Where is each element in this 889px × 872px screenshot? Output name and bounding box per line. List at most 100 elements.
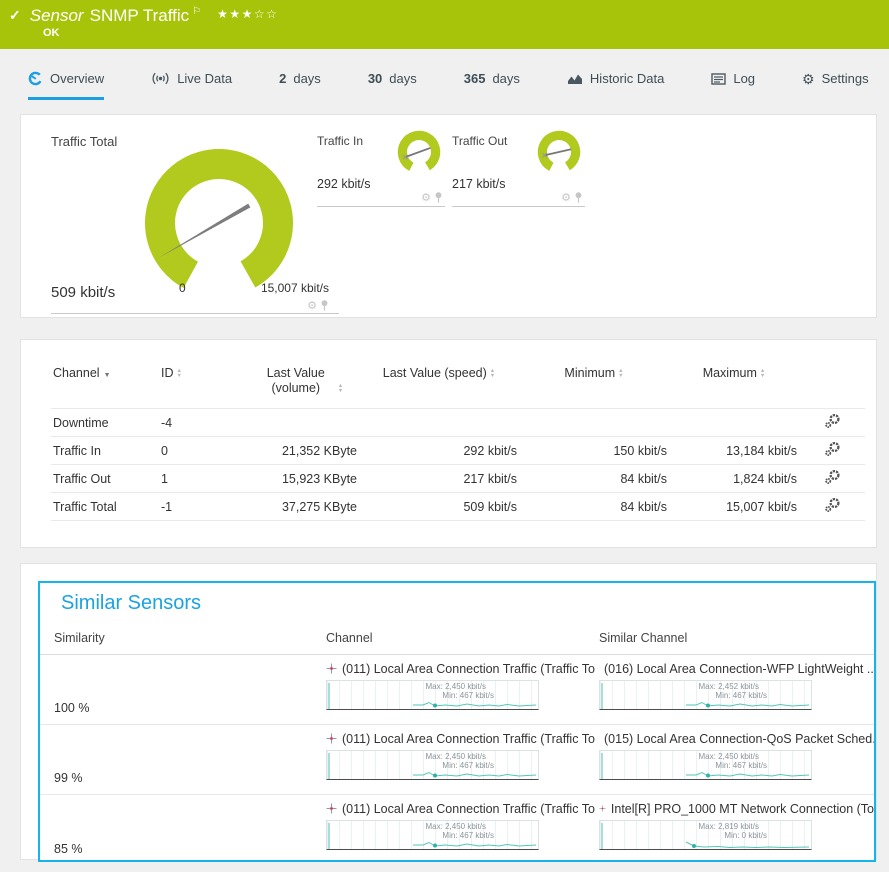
live-data-icon <box>151 72 170 85</box>
channel-max <box>669 409 799 437</box>
similar-sensors-box: Similar Sensors Similarity Channel Simil… <box>38 581 876 862</box>
tab-live-data[interactable]: Live Data <box>151 71 232 100</box>
table-row: Traffic In 0 21,352 KByte 292 kbit/s 150… <box>51 437 865 465</box>
channel-min: 84 kbit/s <box>519 465 669 493</box>
channel-label: (011) Local Area Connection Traffic (Tra… <box>342 732 595 746</box>
gauge-title: Traffic In <box>317 134 363 148</box>
status-badge: OK <box>43 27 60 39</box>
gauge-title: Traffic Out <box>452 134 507 148</box>
channel-settings-gears-icon[interactable] <box>824 413 841 429</box>
tab-label: Log <box>733 71 755 86</box>
gauge-traffic-total[interactable]: Traffic Total 509 kbit/s 0 15,007 kbit/s… <box>31 123 331 315</box>
gauge-icon <box>28 71 43 86</box>
column-header-last-value-speed[interactable]: Last Value (speed)▲▼ <box>359 356 519 409</box>
tab-overview[interactable]: Overview <box>28 71 104 100</box>
chart-icon <box>567 72 583 85</box>
tab-settings[interactable]: ⚙ Settings <box>802 71 869 100</box>
channel-name[interactable]: Traffic Total <box>51 493 159 521</box>
gauge-divider <box>452 206 585 207</box>
priority-stars[interactable]: ★★★☆☆ <box>217 4 278 24</box>
flag-icon[interactable]: ⚐ <box>192 2 201 22</box>
channel-speed <box>359 409 519 437</box>
tab-label: days <box>293 71 320 86</box>
channel-min: 150 kbit/s <box>519 437 669 465</box>
channel-volume: 21,352 KByte <box>241 437 359 465</box>
gauge-current-value: 509 kbit/s <box>51 284 115 301</box>
channel-settings-gears-icon[interactable] <box>824 441 841 457</box>
sensor-name: SNMP Traffic <box>90 6 190 26</box>
graph-line <box>600 821 811 849</box>
gauge-pin-icon[interactable] <box>574 192 583 203</box>
column-header-id[interactable]: ID▲▼ <box>159 356 241 409</box>
channel-link[interactable]: (011) Local Area Connection Traffic (Tra… <box>326 730 599 747</box>
channel-label: (011) Local Area Connection Traffic (Tra… <box>342 802 595 816</box>
channel-speed: 292 kbit/s <box>359 437 519 465</box>
channel-link[interactable]: (011) Local Area Connection Traffic (Tra… <box>326 660 599 677</box>
gauge-divider <box>51 313 339 314</box>
gauge-current-value: 292 kbit/s <box>317 177 371 191</box>
gauge-traffic-out[interactable]: Traffic Out 217 kbit/s ⚙ <box>452 125 585 215</box>
channel-mini-graph[interactable]: Max: 2,450 kbit/s Min: 467 kbit/s <box>326 820 539 850</box>
channel-volume: 37,275 KByte <box>241 493 359 521</box>
channel-name[interactable]: Downtime <box>51 409 159 437</box>
gauge-traffic-in[interactable]: Traffic In 292 kbit/s ⚙ <box>317 125 445 215</box>
channel-link[interactable]: (011) Local Area Connection Traffic (Tra… <box>326 800 599 817</box>
tab-number: 30 <box>368 71 382 86</box>
similar-sensor-row: 99 % (011) Local Area Connection Traffic… <box>40 725 874 795</box>
channel-min: 84 kbit/s <box>519 493 669 521</box>
traffic-in-gauge-dial <box>395 128 443 176</box>
column-header-similarity: Similarity <box>54 631 326 645</box>
channel-label: (011) Local Area Connection Traffic (Tra… <box>342 662 595 676</box>
tab-label: Settings <box>822 71 869 86</box>
tab-30-days[interactable]: 30 days <box>368 71 417 100</box>
move-crosshair-icon <box>326 663 337 674</box>
tab-bar: Overview Live Data 2 days 30 days 365 da… <box>0 49 889 100</box>
similar-sensor-row: 85 % (011) Local Area Connection Traffic… <box>40 795 874 862</box>
channel-max: 1,824 kbit/s <box>669 465 799 493</box>
similar-channel-link[interactable]: (016) Local Area Connection-WFP LightWei… <box>599 660 874 677</box>
graph-line <box>600 681 811 709</box>
similar-channel-mini-graph[interactable]: Max: 2,450 kbit/s Min: 467 kbit/s <box>599 750 812 780</box>
gauge-settings-gear-icon[interactable]: ⚙ <box>561 193 571 203</box>
tab-label: Historic Data <box>590 71 664 86</box>
channel-speed: 217 kbit/s <box>359 465 519 493</box>
channel-id: -4 <box>159 409 241 437</box>
column-header-minimum[interactable]: Minimum▲▼ <box>519 356 669 409</box>
move-crosshair-icon <box>326 803 337 814</box>
channel-mini-graph[interactable]: Max: 2,450 kbit/s Min: 467 kbit/s <box>326 750 539 780</box>
traffic-total-gauge-dial <box>139 143 299 303</box>
similar-channel-mini-graph[interactable]: Max: 2,452 kbit/s Min: 467 kbit/s <box>599 680 812 710</box>
channel-volume: 15,923 KByte <box>241 465 359 493</box>
similar-channel-mini-graph[interactable]: Max: 2,819 kbit/s Min: 0 kbit/s <box>599 820 812 850</box>
tab-historic-data[interactable]: Historic Data <box>567 71 664 100</box>
column-header-last-value-volume[interactable]: Last Value (volume)▲▼ <box>241 356 359 409</box>
channel-settings-gears-icon[interactable] <box>824 497 841 513</box>
settings-gear-icon: ⚙ <box>802 73 815 85</box>
tab-log[interactable]: Log <box>711 71 755 100</box>
column-header-channel[interactable]: Channel▼ <box>51 356 159 409</box>
channel-mini-graph[interactable]: Max: 2,450 kbit/s Min: 467 kbit/s <box>326 680 539 710</box>
tab-number: 2 <box>279 71 286 86</box>
graph-line <box>327 821 538 849</box>
gauge-settings-gear-icon[interactable]: ⚙ <box>421 193 431 203</box>
channel-name[interactable]: Traffic Out <box>51 465 159 493</box>
similar-channel-link[interactable]: (015) Local Area Connection-QoS Packet S… <box>599 730 874 747</box>
gauge-pin-icon[interactable] <box>320 300 329 311</box>
tab-365-days[interactable]: 365 days <box>464 71 520 100</box>
object-kind-label: Sensor <box>30 6 84 26</box>
similar-sensor-row: 100 % (011) Local Area Connection Traffi… <box>40 655 874 725</box>
tab-2-days[interactable]: 2 days <box>279 71 321 100</box>
column-header-maximum[interactable]: Maximum▲▼ <box>669 356 799 409</box>
traffic-out-gauge-dial <box>535 128 583 176</box>
channel-name[interactable]: Traffic In <box>51 437 159 465</box>
sensor-status-bar: ✓ Sensor SNMP Traffic ⚐ ★★★☆☆ OK <box>0 0 889 49</box>
gauge-settings-gear-icon[interactable]: ⚙ <box>307 301 317 311</box>
channel-max: 15,007 kbit/s <box>669 493 799 521</box>
channel-settings-gears-icon[interactable] <box>824 469 841 485</box>
similar-channel-link[interactable]: Intel[R] PRO_1000 MT Network Connection … <box>599 800 874 817</box>
tab-label: Live Data <box>177 71 232 86</box>
move-crosshair-icon <box>599 803 606 814</box>
graph-line <box>327 751 538 779</box>
gauge-pin-icon[interactable] <box>434 192 443 203</box>
gauge-scale-max: 15,007 kbit/s <box>261 281 329 295</box>
